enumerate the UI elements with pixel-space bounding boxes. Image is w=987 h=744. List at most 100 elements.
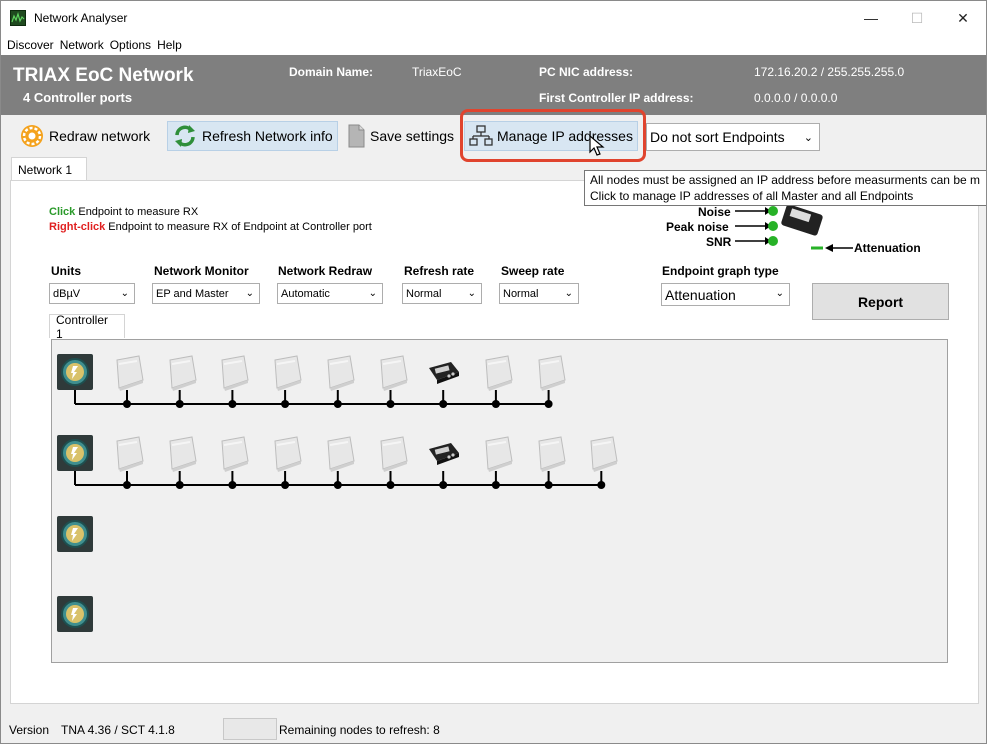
endpoint-node-icon[interactable] xyxy=(160,435,200,475)
units-select[interactable]: dBµV ⌄ xyxy=(49,283,135,304)
endpoint-node-icon[interactable] xyxy=(318,435,358,475)
refresh-network-info-label: Refresh Network info xyxy=(202,128,333,144)
controller-port-3-icon[interactable] xyxy=(57,516,93,552)
endpoint-node-icon[interactable] xyxy=(160,354,200,394)
click-hint-keyword: Click xyxy=(49,206,76,218)
endpoint-graph-type-select[interactable]: Attenuation ⌄ xyxy=(661,283,790,306)
network-redraw-label: Network Redraw xyxy=(278,264,373,278)
endpoint-graph-type-label: Endpoint graph type xyxy=(662,264,779,278)
endpoint-node-icon[interactable] xyxy=(265,354,305,394)
right-click-hint-text: Endpoint to measure RX of Endpoint at Co… xyxy=(105,221,372,233)
endpoint-node-icon[interactable] xyxy=(107,435,147,475)
network-redraw-value: Automatic xyxy=(281,287,330,300)
chevron-down-icon: ⌄ xyxy=(467,288,476,299)
chevron-down-icon: ⌄ xyxy=(564,288,573,299)
refresh-rate-select[interactable]: Normal ⌄ xyxy=(402,283,482,304)
close-button[interactable]: ✕ xyxy=(940,1,986,35)
document-icon xyxy=(346,124,366,148)
tab-controller-1-label: Controller 1 xyxy=(56,312,109,341)
endpoint-node-icon[interactable] xyxy=(265,435,305,475)
chevron-down-icon: ⌄ xyxy=(775,288,784,299)
domain-name-value: TriaxEoC xyxy=(412,65,462,79)
units-value: dBµV xyxy=(53,287,81,300)
menu-bar: Discover Network Options Help xyxy=(1,35,986,55)
domain-name-label: Domain Name: xyxy=(289,65,374,79)
endpoint-node-icon[interactable] xyxy=(107,354,147,394)
refresh-network-info-button[interactable]: Refresh Network info xyxy=(167,121,338,151)
mouse-cursor-icon xyxy=(589,134,605,160)
attenuation-arrow-icon xyxy=(811,244,853,252)
network-redraw-select[interactable]: Automatic ⌄ xyxy=(277,283,383,304)
save-settings-button[interactable]: Save settings xyxy=(342,121,458,151)
units-label: Units xyxy=(51,264,81,278)
endpoint-node-icon[interactable] xyxy=(529,354,569,394)
master-node-icon[interactable] xyxy=(423,435,463,475)
endpoint-node-icon[interactable] xyxy=(318,354,358,394)
network-monitor-value: EP and Master xyxy=(156,287,229,300)
network-analyser-window: Network Analyser — ☐ ✕ Discover Network … xyxy=(0,0,987,744)
network-monitor-label: Network Monitor xyxy=(154,264,249,278)
network-monitor-select[interactable]: EP and Master ⌄ xyxy=(152,283,260,304)
click-hint-text: Endpoint to measure RX xyxy=(75,206,199,218)
redraw-network-button[interactable]: Redraw network xyxy=(15,121,154,151)
refresh-icon xyxy=(172,123,198,149)
first-controller-ip-value: 0.0.0.0 / 0.0.0.0 xyxy=(754,91,838,105)
chevron-down-icon: ⌄ xyxy=(120,288,129,299)
refresh-progress-box xyxy=(223,718,277,740)
app-icon xyxy=(10,10,26,26)
sweep-rate-value: Normal xyxy=(503,287,539,300)
tooltip-line-1: All nodes must be assigned an IP address… xyxy=(590,173,980,187)
menu-network[interactable]: Network xyxy=(58,38,106,52)
sweep-rate-label: Sweep rate xyxy=(501,264,565,278)
remaining-nodes-text: Remaining nodes to refresh: 8 xyxy=(279,723,440,737)
click-hint: Click Endpoint to measure RX xyxy=(49,206,198,218)
version-label: Version xyxy=(9,723,50,737)
right-click-hint: Right-click Endpoint to measure RX of En… xyxy=(49,221,372,233)
endpoint-node-icon[interactable] xyxy=(581,435,621,475)
endpoint-node-icon[interactable] xyxy=(476,435,516,475)
legend-peak-noise: Peak noise xyxy=(666,220,729,234)
maximize-button[interactable]: ☐ xyxy=(894,1,940,35)
endpoint-node-icon[interactable] xyxy=(371,435,411,475)
sort-endpoints-value: Do not sort Endpoints xyxy=(650,129,785,145)
refresh-rate-value: Normal xyxy=(406,287,442,300)
pc-nic-value: 172.16.20.2 / 255.255.255.0 xyxy=(754,65,905,79)
minimize-button[interactable]: — xyxy=(848,1,894,35)
master-node-icon[interactable] xyxy=(423,354,463,394)
endpoint-node-icon[interactable] xyxy=(371,354,411,394)
tab-controller-1[interactable]: Controller 1 xyxy=(49,312,125,341)
title-bar: Network Analyser — ☐ ✕ xyxy=(1,1,986,35)
chevron-down-icon: ⌄ xyxy=(368,288,377,299)
refresh-rate-label: Refresh rate xyxy=(404,264,475,278)
controller-ports-count: 4 Controller ports xyxy=(23,90,133,105)
pc-nic-label: PC NIC address: xyxy=(539,65,634,79)
menu-options[interactable]: Options xyxy=(108,38,153,52)
legend-noise: Noise xyxy=(698,205,731,219)
tab-network-1[interactable]: Network 1 xyxy=(11,157,87,181)
endpoint-node-icon[interactable] xyxy=(212,435,252,475)
controller-port-4-icon[interactable] xyxy=(57,596,93,632)
tab-network-1-label: Network 1 xyxy=(18,162,73,177)
chevron-down-icon: ⌄ xyxy=(803,132,813,144)
status-bar: Version TNA 4.36 / SCT 4.1.8 Remaining n… xyxy=(1,715,986,743)
controller-topology-panel xyxy=(51,339,948,663)
sweep-rate-select[interactable]: Normal ⌄ xyxy=(499,283,579,304)
manage-ip-tooltip: All nodes must be assigned an IP address… xyxy=(584,170,986,206)
network-header: TRIAX EoC Network 4 Controller ports Dom… xyxy=(1,55,986,115)
endpoint-node-icon[interactable] xyxy=(476,354,516,394)
report-button[interactable]: Report xyxy=(812,283,949,320)
version-value: TNA 4.36 / SCT 4.1.8 xyxy=(61,723,175,737)
endpoint-graph-type-value: Attenuation xyxy=(665,286,736,303)
endpoint-node-icon[interactable] xyxy=(212,354,252,394)
menu-discover[interactable]: Discover xyxy=(5,38,56,52)
sort-endpoints-select[interactable]: Do not sort Endpoints ⌄ xyxy=(646,123,820,151)
menu-help[interactable]: Help xyxy=(155,38,184,52)
right-click-hint-keyword: Right-click xyxy=(49,221,106,233)
manage-ip-highlight xyxy=(460,109,646,162)
endpoint-node-icon[interactable] xyxy=(529,435,569,475)
redraw-network-label: Redraw network xyxy=(49,128,151,144)
network-title: TRIAX EoC Network xyxy=(13,65,194,86)
legend-attenuation: Attenuation xyxy=(854,241,921,255)
chevron-down-icon: ⌄ xyxy=(245,288,254,299)
gear-icon xyxy=(19,123,45,149)
